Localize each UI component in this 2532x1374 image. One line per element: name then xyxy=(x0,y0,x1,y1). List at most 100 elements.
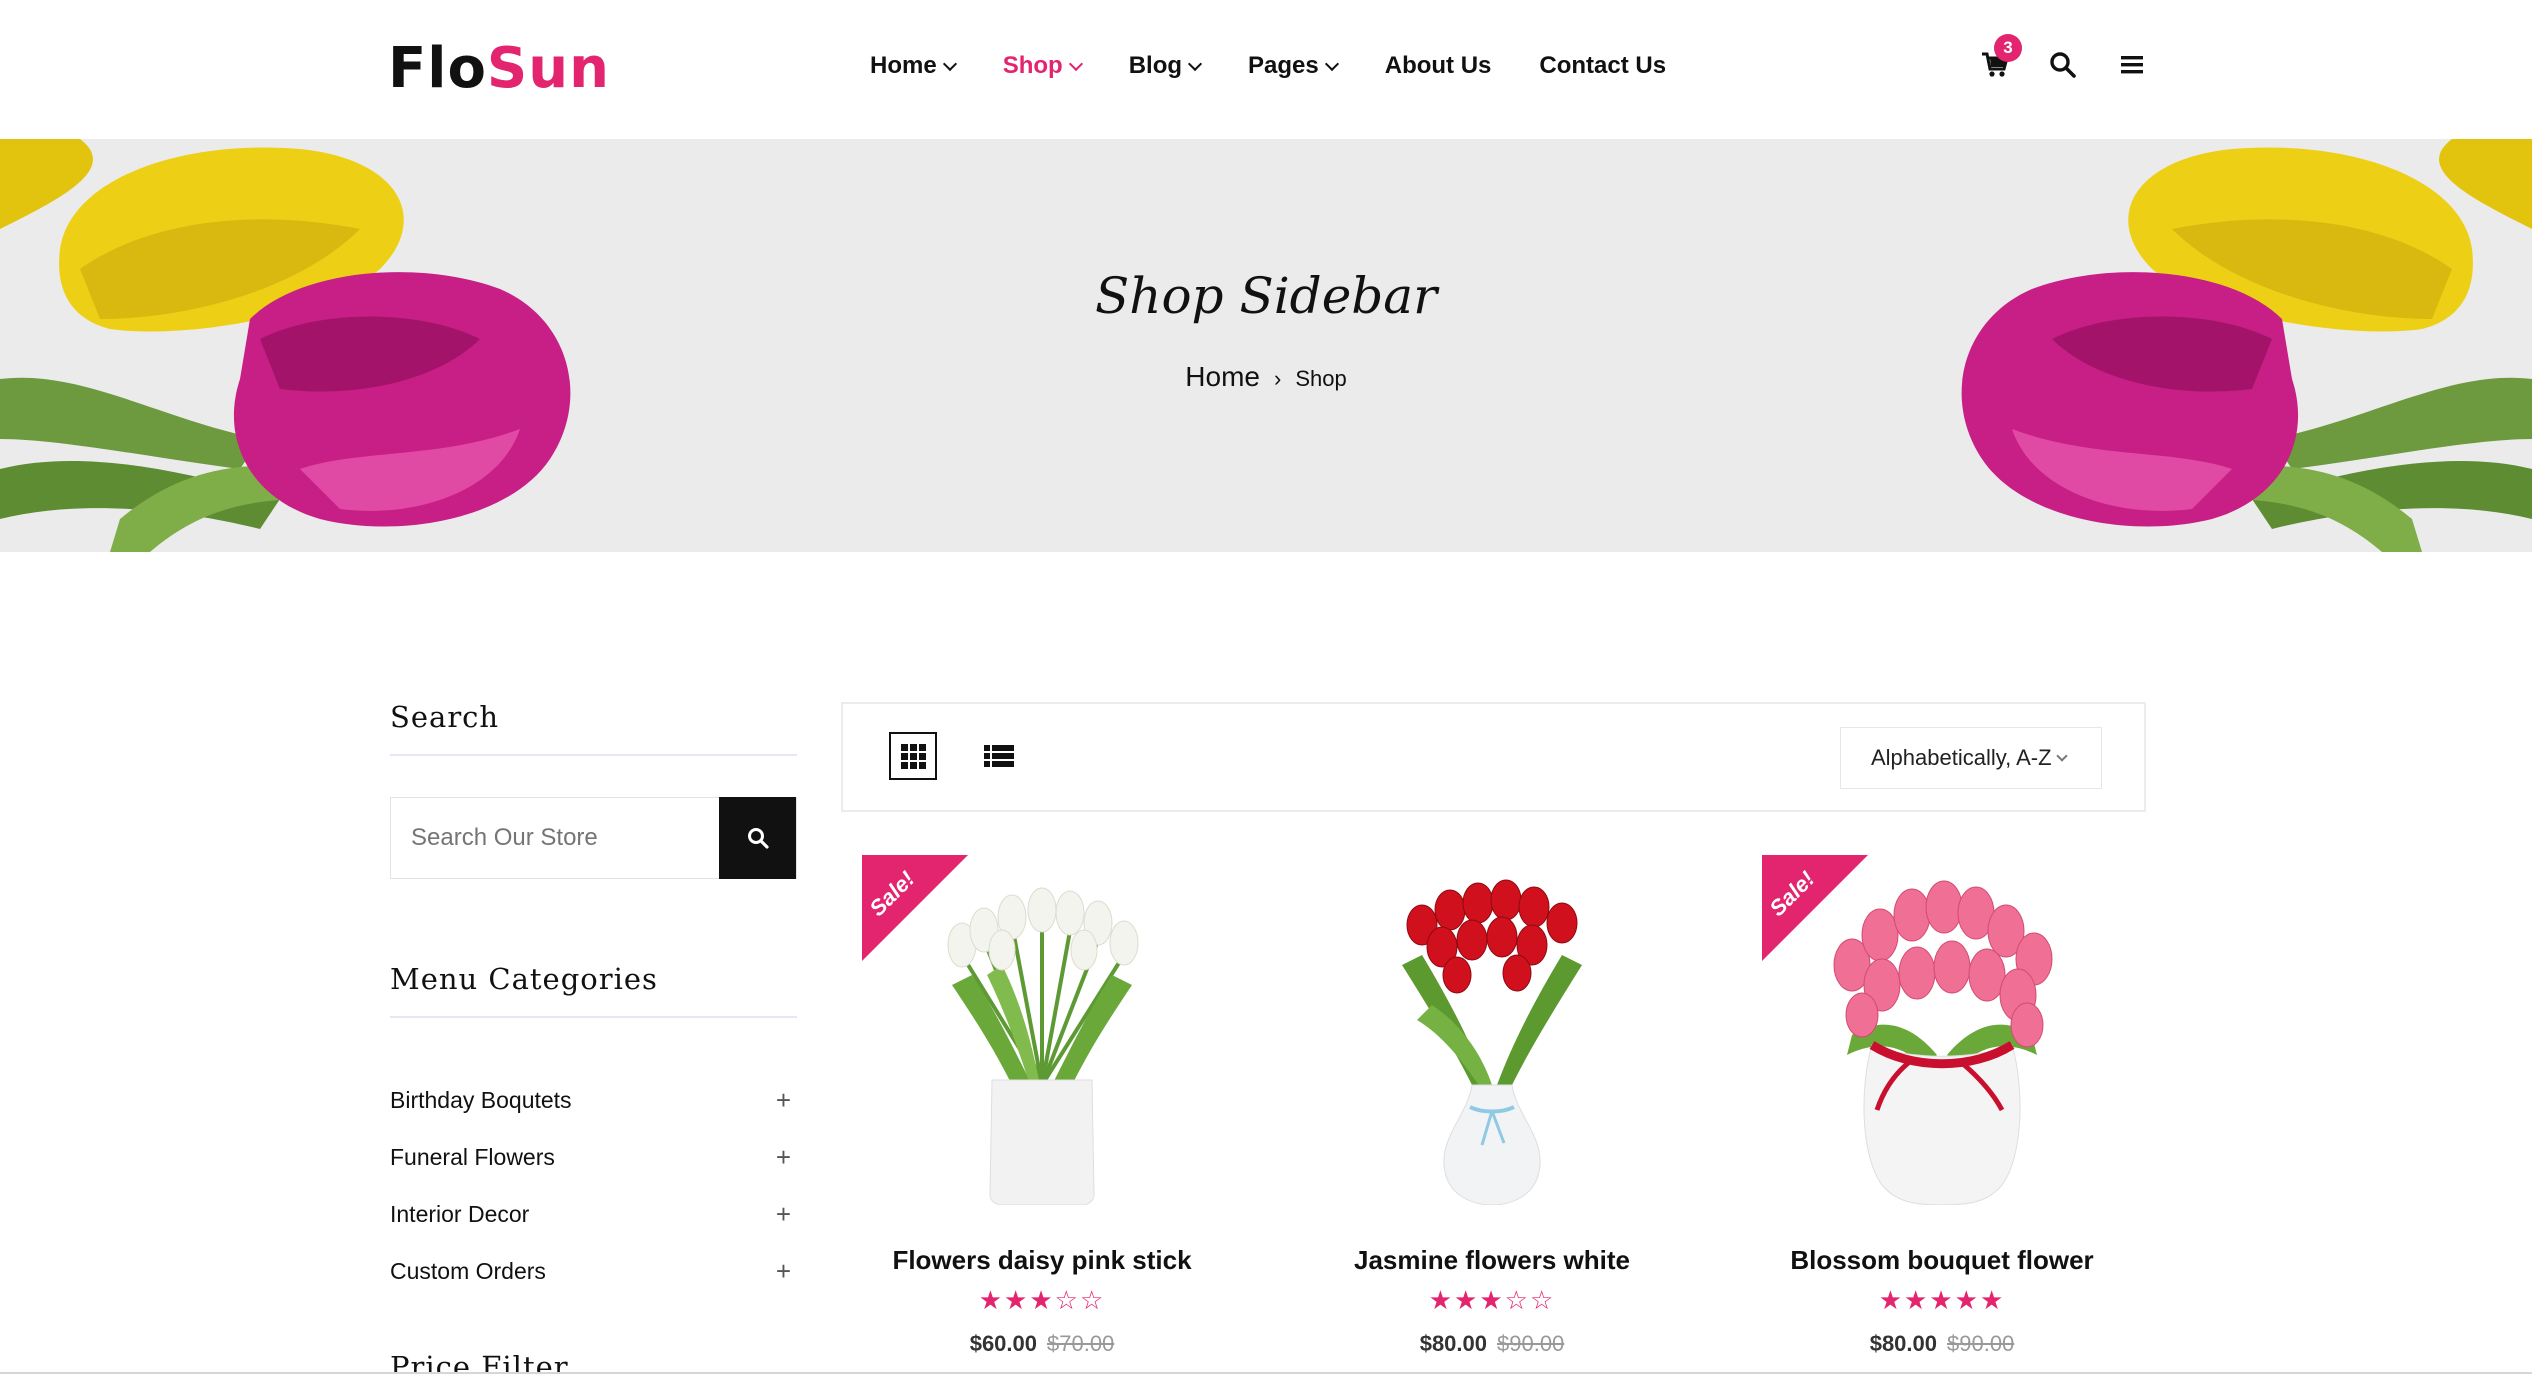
category-list: Birthday Boqutets + Funeral Flowers + Inte… xyxy=(390,1072,797,1300)
nav-pages[interactable]: Pages xyxy=(1248,52,1339,80)
breadcrumb-separator: › xyxy=(1273,366,1282,391)
current-price: $80.00 xyxy=(1869,1331,1937,1356)
categories-widget-title: Menu Categories xyxy=(390,962,797,1018)
shop-toolbar: Alphabetically, A-Z xyxy=(841,702,2146,812)
nav-home[interactable]: Home xyxy=(870,52,957,80)
nav-shop[interactable]: Shop xyxy=(1002,52,1083,80)
current-price: $60.00 xyxy=(969,1331,1037,1356)
nav-about-label: About Us xyxy=(1384,52,1492,79)
grid-view-button[interactable] xyxy=(889,732,937,780)
chevron-down-icon xyxy=(942,56,957,72)
logo-part-2: Sun xyxy=(486,36,610,101)
site-header: FloSun Home Shop Blog Pages About Us Con… xyxy=(0,0,2532,139)
star-filled-icon: ★ xyxy=(1454,1285,1480,1315)
categories-title: Menu Categories xyxy=(390,962,658,996)
list-view-button[interactable] xyxy=(975,732,1023,780)
shop-sidebar: Search Menu Categories Birthday Boqutets… xyxy=(390,700,797,1374)
chevron-down-icon xyxy=(1324,56,1339,72)
star-rating: ★★★☆☆ xyxy=(862,1285,1222,1316)
search-icon xyxy=(747,828,769,849)
category-label: Custom Orders xyxy=(390,1258,546,1284)
plus-icon[interactable]: + xyxy=(776,1142,791,1173)
logo-part-1: Flo xyxy=(388,36,487,101)
sidebar-search xyxy=(390,797,797,879)
old-price: $70.00 xyxy=(1047,1331,1115,1356)
product-price: $80.00 $90.00 xyxy=(1312,1331,1672,1357)
divider xyxy=(390,754,797,756)
page-banner: Shop Sidebar Home › Shop xyxy=(0,139,2532,552)
category-item-birthday[interactable]: Birthday Boqutets + xyxy=(390,1072,797,1129)
plus-icon[interactable]: + xyxy=(776,1256,791,1287)
star-filled-icon: ★ xyxy=(1929,1285,1955,1315)
product-name[interactable]: Flowers daisy pink stick xyxy=(862,1245,1222,1276)
chevron-down-icon xyxy=(1068,56,1083,72)
breadcrumb: Home › Shop xyxy=(0,361,2532,393)
sort-select[interactable]: Alphabetically, A-Z xyxy=(1840,727,2102,789)
product-card[interactable]: Sale! Blossom bouquet flower ★★★★★ $80.0… xyxy=(1762,855,2122,1374)
breadcrumb-home-link[interactable]: Home xyxy=(1185,361,1260,392)
chevron-down-icon xyxy=(2055,750,2068,762)
star-rating: ★★★☆☆ xyxy=(1312,1285,1672,1316)
main-nav: Home Shop Blog Pages About Us Contact Us xyxy=(870,52,1714,80)
tulip-decoration-left xyxy=(0,139,571,552)
search-input[interactable] xyxy=(391,798,721,878)
hamburger-menu-icon[interactable] xyxy=(2118,50,2154,86)
star-filled-icon: ★ xyxy=(1428,1285,1455,1315)
nav-home-label: Home xyxy=(870,52,937,79)
old-price: $90.00 xyxy=(1947,1331,2015,1356)
breadcrumb-current: Shop xyxy=(1295,366,1347,391)
star-empty-icon: ☆ xyxy=(1529,1285,1556,1315)
star-rating: ★★★★★ xyxy=(1762,1285,2122,1316)
divider xyxy=(390,1016,797,1018)
sale-badge: Sale! xyxy=(862,855,968,961)
search-icon[interactable] xyxy=(2048,50,2084,86)
star-filled-icon: ★ xyxy=(1954,1285,1980,1315)
grid-icon xyxy=(901,744,926,769)
star-filled-icon: ★ xyxy=(978,1285,1005,1315)
nav-blog-label: Blog xyxy=(1128,52,1183,79)
list-icon xyxy=(984,745,1014,767)
product-card[interactable]: Jasmine flowers white ★★★☆☆ $80.00 $90.00 xyxy=(1312,855,1672,1374)
chevron-down-icon xyxy=(1187,56,1203,72)
product-price: $60.00 $70.00 xyxy=(862,1331,1222,1357)
star-filled-icon: ★ xyxy=(1029,1285,1055,1315)
site-logo[interactable]: FloSun xyxy=(388,36,610,101)
nav-about-us[interactable]: About Us xyxy=(1385,52,1492,80)
nav-contact-us[interactable]: Contact Us xyxy=(1539,52,1666,80)
plus-icon[interactable]: + xyxy=(776,1199,791,1230)
search-submit-button[interactable] xyxy=(719,797,796,879)
star-empty-icon: ☆ xyxy=(1504,1285,1530,1315)
category-item-funeral[interactable]: Funeral Flowers + xyxy=(390,1129,797,1186)
star-filled-icon: ★ xyxy=(1878,1285,1905,1315)
star-filled-icon: ★ xyxy=(1479,1285,1505,1315)
sort-label: Alphabetically, A-Z xyxy=(1871,745,2052,770)
product-image-red-tulips[interactable] xyxy=(1312,855,1672,1205)
search-title: Search xyxy=(390,700,500,734)
plus-icon[interactable]: + xyxy=(776,1085,791,1116)
cart-icon[interactable]: 3 xyxy=(1980,34,2022,86)
product-name[interactable]: Jasmine flowers white xyxy=(1312,1245,1672,1276)
page-title: Shop Sidebar xyxy=(1094,267,1438,325)
price-filter-title: Price Filter xyxy=(390,1350,569,1374)
star-filled-icon: ★ xyxy=(1004,1285,1030,1315)
header-icons: 3 xyxy=(1980,34,2150,90)
star-filled-icon: ★ xyxy=(1979,1285,2006,1315)
product-card[interactable]: Sale! Flowers daisy pink stick ★★★☆☆ $60… xyxy=(862,855,1222,1374)
category-label: Funeral Flowers xyxy=(390,1144,555,1170)
sale-badge: Sale! xyxy=(1762,855,1868,961)
old-price: $90.00 xyxy=(1497,1331,1565,1356)
product-price: $80.00 $90.00 xyxy=(1762,1331,2122,1357)
category-label: Interior Decor xyxy=(390,1201,530,1227)
nav-contact-label: Contact Us xyxy=(1539,52,1667,79)
cart-count-badge: 3 xyxy=(1994,34,2022,62)
category-item-custom-orders[interactable]: Custom Orders + xyxy=(390,1243,797,1300)
star-empty-icon: ☆ xyxy=(1079,1285,1106,1315)
star-filled-icon: ★ xyxy=(1904,1285,1930,1315)
product-name[interactable]: Blossom bouquet flower xyxy=(1762,1245,2122,1276)
nav-pages-label: Pages xyxy=(1248,52,1319,79)
nav-shop-label: Shop xyxy=(1002,52,1063,79)
tulip-decoration-right xyxy=(1961,139,2532,552)
current-price: $80.00 xyxy=(1419,1331,1487,1356)
nav-blog[interactable]: Blog xyxy=(1128,52,1203,80)
category-item-interior[interactable]: Interior Decor + xyxy=(390,1186,797,1243)
